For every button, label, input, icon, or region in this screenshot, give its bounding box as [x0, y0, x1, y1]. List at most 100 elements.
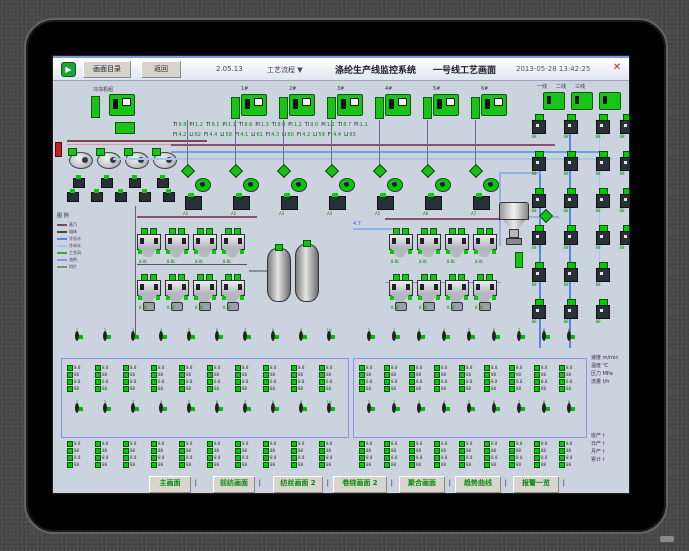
pipe-legend: 图 例 蒸汽 熔体 冷冻水 冷却水 工艺风 油剂 切片	[57, 212, 113, 270]
led-stack: 8.8 88 8.8 88	[179, 440, 201, 468]
valve-icon	[101, 175, 113, 188]
chain-unit: 88	[531, 262, 546, 288]
valve-icon	[129, 175, 141, 188]
chain-unit: 88	[531, 225, 546, 251]
nav-button-polymer[interactable]: 聚合画面	[399, 476, 451, 493]
screen-menu-button[interactable]: 画面目录	[83, 61, 131, 78]
unit-tag: A3	[279, 211, 285, 216]
motor-icon	[281, 193, 298, 210]
stat-line: 日产 t	[591, 441, 605, 447]
motor-icon	[473, 193, 490, 210]
nav-button-prespinning[interactable]: 前纺画面	[213, 476, 261, 493]
chiller-inlet	[91, 96, 100, 118]
machine-tag: 1#	[241, 86, 249, 92]
hopper-motor-icon: 8.8t	[165, 274, 189, 314]
chain-unit: 88	[563, 151, 578, 177]
machine-inlet	[423, 97, 432, 119]
value-chip: FI 4.4	[327, 132, 342, 138]
stat-line: 班产 t	[591, 433, 605, 439]
valve-icon	[163, 189, 175, 202]
hopper-icon: 8.8t	[193, 228, 217, 268]
value-chip: TI 8.8	[173, 122, 187, 128]
machine-icon	[241, 94, 267, 116]
line-label: 三线	[575, 84, 586, 90]
hopper-motor-icon: 8.8t	[221, 274, 245, 314]
led-stack: 8.8 88 8.8 88	[434, 440, 456, 468]
led-stack: 8.8 88 8.8 88	[319, 440, 341, 468]
hopper-value: 8.8t	[419, 259, 427, 264]
melt-pipe	[171, 144, 555, 146]
nav-button-alarm[interactable]: 报警一览	[513, 476, 565, 493]
legend-swatch	[57, 223, 67, 226]
hopper-value: 8.8t	[447, 305, 455, 310]
hopper-value: 8.8t	[167, 305, 175, 310]
led-stack: 8.8 88 8.8 88	[384, 440, 406, 468]
diamond-valve-icon	[228, 163, 244, 179]
close-icon[interactable]: ✕	[611, 62, 623, 74]
chain-unit: 88	[563, 299, 578, 325]
pump-icon	[152, 148, 177, 169]
legend-label: 切片	[69, 263, 77, 269]
value-chip: FI 4.3	[265, 132, 280, 138]
chain-unit: 88	[563, 262, 578, 288]
chain-unit: 88	[595, 262, 610, 288]
value-chip: TI 8.6	[238, 122, 253, 128]
melt-pipe-left	[137, 216, 257, 218]
nav-button-main[interactable]: 主画面	[149, 476, 197, 493]
home-arrow-icon[interactable]: ▶	[61, 62, 76, 77]
stat-line: 温度 ℃	[591, 363, 609, 369]
nav-button-trend[interactable]: 趋势曲线	[455, 476, 507, 493]
led-stack: 8.8 88 8.8 88	[484, 440, 506, 468]
diamond-valve-icon	[468, 163, 484, 179]
led-stack: 8.8 88 8.8 88	[123, 440, 145, 468]
nav-button-winding[interactable]: 卷绕画面 2	[333, 476, 393, 493]
oil-pipe	[385, 282, 501, 283]
dryer-machine: 5#	[423, 86, 463, 120]
flow-value: 4.7	[353, 221, 361, 227]
hopper-motor-icon: 8.8t	[193, 274, 217, 314]
value-chip: PI 1.2	[189, 122, 203, 128]
blower-icon	[387, 178, 403, 192]
pump-icon	[68, 148, 93, 169]
diamond-valve-icon	[324, 163, 340, 179]
storage-tank-1	[267, 244, 291, 302]
steam-pipe	[67, 140, 207, 142]
back-button[interactable]: 返回	[141, 61, 181, 78]
hopper-motor-icon: 8.8t	[473, 274, 497, 314]
value-chip: LI 62	[189, 132, 201, 138]
machine-inlet	[279, 97, 288, 119]
legend-label: 油剂	[69, 256, 77, 262]
value-chip: LI 58	[220, 132, 232, 138]
chain-unit: 88	[619, 114, 629, 140]
equipment-chain-2: 88 88 88 88 88 88	[559, 114, 581, 325]
legend-swatch	[57, 251, 67, 254]
machine-icon	[599, 92, 621, 110]
motor-icon	[233, 193, 250, 210]
winder-icon: 4	[435, 328, 453, 360]
winder-icon: 4	[152, 328, 170, 360]
led-stack: 8.8 88 8.8 88	[359, 440, 381, 468]
machine-icon	[543, 92, 565, 110]
nav-button-spinning[interactable]: 纺丝画面 2	[273, 476, 329, 493]
chain-unit: 88	[619, 225, 629, 251]
hopper-icon: 8.8t	[445, 228, 469, 268]
hopper-icon: 8.8t	[165, 228, 189, 268]
chain-unit: 88	[619, 151, 629, 177]
machine-icon	[337, 94, 363, 116]
flow-select-dropdown[interactable]: 工艺流程 ▼	[267, 65, 303, 75]
value-chip: TI 9.1	[205, 122, 220, 128]
stat-line: 月产 t	[591, 449, 605, 455]
valve-icon	[73, 175, 85, 188]
chain-unit: 88	[595, 225, 610, 251]
chiller-unit-icon	[109, 94, 135, 116]
machine-icon	[481, 94, 507, 116]
winder-block-b-border	[353, 358, 587, 438]
winder-icon: 2	[96, 328, 114, 360]
winder-icon: 7	[510, 328, 528, 360]
led-stack: 8.8 88 8.8 88	[409, 440, 431, 468]
winder-icon: 1	[68, 328, 86, 360]
unit-tag: A6	[423, 211, 429, 216]
legend-row: 工艺风	[57, 249, 113, 256]
winder-icon: 5	[460, 328, 478, 360]
winder-icon: 1	[360, 328, 378, 360]
